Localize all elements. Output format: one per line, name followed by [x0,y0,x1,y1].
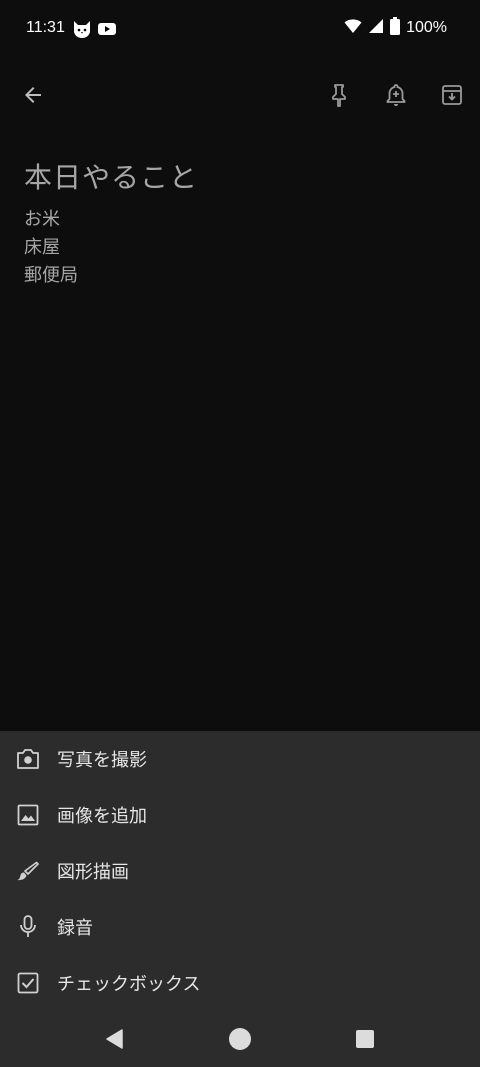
recents-square-icon[interactable] [350,1024,380,1054]
cell-signal-icon [368,18,384,38]
note-screen: 11:31 100% 本日やること お米 床屋 郵便局 写真を撮影 画像を追加 … [0,0,480,1067]
add-content-sheet: 写真を撮影 画像を追加 図形描画 録音 チェックボックス [0,731,480,1067]
record-audio-label: 録音 [57,918,93,939]
youtube-icon [97,20,117,38]
checkbox-label: チェックボックス [57,974,201,995]
checkbox-item[interactable]: チェックボックス [0,955,480,1011]
battery-icon [390,17,401,39]
camera-icon [16,747,40,771]
take-photo-label: 写真を撮影 [57,750,147,771]
add-image-item[interactable]: 画像を追加 [0,787,480,843]
home-circle-icon[interactable] [225,1024,255,1054]
image-icon [16,803,40,827]
note-line: 郵便局 [24,265,78,286]
drawing-item[interactable]: 図形描画 [0,843,480,899]
archive-icon[interactable] [434,77,470,113]
wifi-icon [344,18,362,38]
status-bar: 11:31 100% [0,0,480,58]
pin-icon[interactable] [321,77,357,113]
take-photo-item[interactable]: 写真を撮影 [0,731,480,787]
status-right: 100% [344,17,447,39]
reminder-bell-icon[interactable] [378,77,414,113]
microphone-icon [16,915,40,939]
back-triangle-icon[interactable] [99,1024,129,1054]
note-body[interactable]: お米 床屋 郵便局 [24,206,78,290]
note-title[interactable]: 本日やること [24,156,198,196]
cat-app-icon [72,20,92,38]
checkbox-icon [16,971,40,995]
back-arrow-icon[interactable] [15,77,51,113]
battery-percent: 100% [406,19,447,36]
note-line: 床屋 [24,237,60,258]
add-image-label: 画像を追加 [57,806,147,827]
status-time: 11:31 [26,19,65,36]
record-audio-item[interactable]: 録音 [0,899,480,955]
note-line: お米 [24,209,60,230]
drawing-label: 図形描画 [57,862,129,883]
brush-icon [16,859,40,883]
